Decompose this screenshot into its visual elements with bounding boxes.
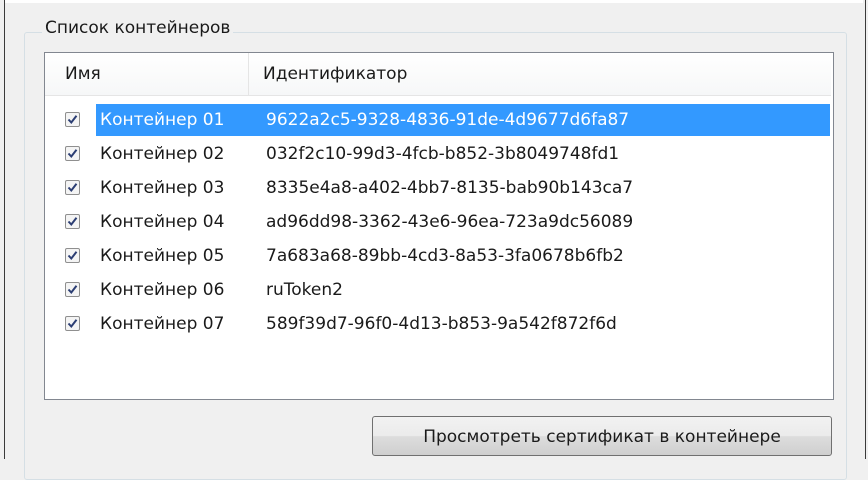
row-name: Контейнер 06 xyxy=(100,280,225,300)
row-checkbox[interactable] xyxy=(65,248,80,263)
group-title: Список контейнеров xyxy=(42,17,234,39)
row-id: 9622a2c5-9328-4836-91de-4d9677d6fa87 xyxy=(266,110,630,130)
row-id: 032f2c10-99d3-4fcb-b852-3b8049748fd1 xyxy=(266,144,620,164)
list-item[interactable]: Контейнер 06 ruToken2 xyxy=(45,274,831,308)
list-header: Имя Идентификатор xyxy=(45,53,831,96)
row-name: Контейнер 04 xyxy=(100,212,225,232)
list-item[interactable]: Контейнер 07 589f39d7-96f0-4d13-b853-9a54… xyxy=(45,308,831,342)
checkmark-icon xyxy=(67,285,78,295)
row-id: 7a683a68-89bb-4cd3-8a53-3fa0678b6fb2 xyxy=(266,246,624,266)
top-divider xyxy=(5,0,863,3)
checkmark-icon xyxy=(67,217,78,227)
list-item[interactable]: Контейнер 02 032f2c10-99d3-4fcb-b852-3b80… xyxy=(45,138,831,172)
list-item[interactable]: Контейнер 04 ad96dd98-3362-43e6-96ea-723a… xyxy=(45,206,831,240)
checkmark-icon xyxy=(67,183,78,193)
row-checkbox[interactable] xyxy=(65,112,80,127)
list-item[interactable]: Контейнер 03 8335e4a8-a402-4bb7-8135-bab9… xyxy=(45,172,831,206)
column-header-id[interactable]: Идентификатор xyxy=(263,53,823,95)
row-name: Контейнер 01 xyxy=(100,110,225,130)
row-id: 8335e4a8-a402-4bb7-8135-bab90b143ca7 xyxy=(266,178,634,198)
row-name: Контейнер 05 xyxy=(100,246,225,266)
checkmark-icon xyxy=(67,251,78,261)
column-separator[interactable] xyxy=(248,53,249,95)
row-id: 589f39d7-96f0-4d13-b853-9a542f872f6d xyxy=(266,314,617,334)
row-checkbox[interactable] xyxy=(65,282,80,297)
view-certificate-button[interactable]: Просмотреть сертификат в контейнере xyxy=(372,416,832,456)
row-checkbox[interactable] xyxy=(65,146,80,161)
row-checkbox[interactable] xyxy=(65,180,80,195)
row-name: Контейнер 03 xyxy=(100,178,225,198)
list-item[interactable]: Контейнер 01 9622a2c5-9328-4836-91de-4d96… xyxy=(45,104,831,138)
checkmark-icon xyxy=(67,319,78,329)
row-id: ad96dd98-3362-43e6-96ea-723a9dc56089 xyxy=(266,212,634,232)
row-checkbox[interactable] xyxy=(65,316,80,331)
list-item[interactable]: Контейнер 05 7a683a68-89bb-4cd3-8a53-3fa0… xyxy=(45,240,831,274)
checkmark-icon xyxy=(67,149,78,159)
row-name: Контейнер 07 xyxy=(100,314,225,334)
row-id: ruToken2 xyxy=(266,280,343,300)
row-checkbox[interactable] xyxy=(65,214,80,229)
row-name: Контейнер 02 xyxy=(100,144,225,164)
column-header-name[interactable]: Имя xyxy=(65,53,243,95)
containers-list[interactable]: Имя Идентификатор Контейнер 01 9622a2c5-9… xyxy=(44,52,834,400)
checkmark-icon xyxy=(67,115,78,125)
